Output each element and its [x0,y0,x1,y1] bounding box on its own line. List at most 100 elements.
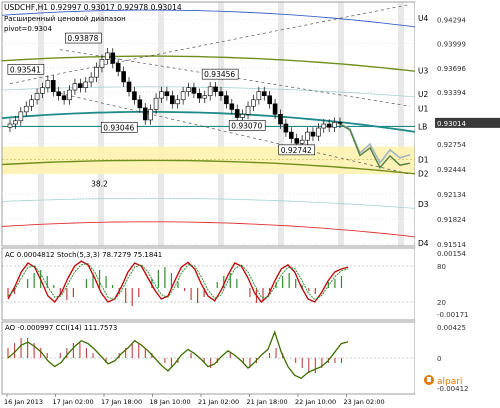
chart-pivot-label: pivot=0.9304 [4,25,52,33]
candle-body [61,95,67,101]
candle-body [337,122,343,124]
candle-body [94,67,99,78]
candle-body [251,99,256,107]
candle-body [294,138,300,144]
candle-body [305,131,310,141]
candle-body [224,95,229,105]
price-axis-tick: 0.92134 [437,191,466,199]
candle-body [23,105,29,113]
price-axis-tick: 0.93394 [437,89,466,97]
candle-body [34,92,40,101]
level-label-d2: D2 [418,169,429,178]
candle-body [159,91,164,99]
candle-body [88,76,94,83]
candle-body [218,91,224,97]
candle-body [121,71,126,83]
price-label: 0.93541 [10,65,41,74]
candle-body [126,81,132,92]
candle-body [83,81,89,88]
session-stripe [158,2,164,246]
price-axis-tick: 0.92444 [437,166,466,174]
candle-body [261,91,267,97]
price-axis-tick: 0.93696 [437,65,466,73]
price-axis-tick: 0.91824 [437,216,466,224]
candle-body [299,139,305,144]
candle-body [40,87,45,94]
x-axis-tick: 18 Jan 10:00 [150,398,191,406]
candle-body [213,86,218,92]
candle-body [245,105,251,115]
candle-body [180,91,186,101]
candle-body [278,114,283,125]
x-axis-tick: 17 Jan 02:00 [53,398,94,406]
candle-body [267,95,272,105]
candle-body [67,89,72,101]
price-label: 0.92742 [281,146,312,155]
session-stripe [38,2,44,246]
candle-body [50,80,56,92]
osc2-axis-tick: 0 [437,355,441,363]
candle-body [175,99,181,105]
chart-symbol-header: USDCHF,H1 0.92997 0.93017 0.92978 0.9301… [4,3,182,12]
candle-body [164,91,170,97]
candle-body [202,95,208,99]
candle-body [197,92,202,99]
level-label-u2: U2 [418,90,428,99]
candle-body [240,114,245,118]
chart-canvas: U4 U3 U2 U1 LB D1 D2 D3 D4 0.93878 0.93541 0.93456 0… [0,0,500,408]
candle-body [110,52,116,64]
candle-body [45,80,51,88]
x-axis-tick: 16 Jan 2013 [4,398,43,406]
price-axis-tick: 0.91514 [437,241,466,249]
candle-body [153,97,159,110]
price-label: 38.2 [91,180,108,189]
level-label-lb: LB [418,122,427,131]
x-axis-tick: 22 Jan 10:00 [295,398,336,406]
level-label-d4: D4 [418,239,429,248]
candle-body [191,87,197,94]
candle-body [289,131,294,139]
candle-body [78,83,83,88]
price-label: 0.93070 [231,121,262,130]
price-axis-tick: 0.92754 [437,141,466,149]
session-stripe [218,2,224,246]
brand-name: alpari [437,377,462,387]
level-label-u1: U1 [418,105,428,114]
level-label-u3: U3 [418,67,428,76]
level-label-d3: D3 [418,200,429,209]
candle-body [234,109,240,118]
candle-body [321,123,327,129]
price-label: 0.93878 [67,34,98,43]
chart-window: U4 U3 U2 U1 LB D1 D2 D3 D4 0.93878 0.93541 0.93456 0… [0,0,500,408]
candle-body [13,120,18,125]
x-axis-tick: 23 Jan 02:00 [344,398,385,406]
candle-body [18,111,24,122]
candle-body [132,91,137,101]
price-axis-tick: 0.93999 [437,40,466,48]
osc1-axis-tick: 20 [437,299,446,307]
osc1-axis-tick: -0.00171 [437,311,468,319]
price-axis-tick: 0.94294 [437,16,466,24]
candle-body [137,99,143,109]
osc2-axis-tick: 0.00425 [437,324,466,332]
x-axis-tick: 21 Jan 02:00 [198,398,239,406]
candle-body [332,122,337,128]
candle-body [169,95,175,105]
candle-body [310,131,316,137]
x-axis-tick: 17 Jan 18:00 [101,398,142,406]
candle-body [7,123,13,128]
session-stripe [398,2,404,246]
chart-indicator-title: Расширенный ценовой диапазон [4,15,126,23]
candle-body [283,123,289,133]
candle-body [186,87,191,92]
price-label: 0.93046 [103,123,134,132]
level-label-d1: D1 [418,156,429,165]
candle-body [229,103,235,110]
candle-body [207,86,213,97]
candle-body [105,52,110,60]
candle-body [256,91,262,101]
oscillator-1-title: AC 0.0004812 Stoch(5,3,3) 78.7279 75.184… [5,251,162,259]
x-axis-tick: 21 Jan 18:00 [247,398,288,406]
candle-body [142,107,148,121]
level-label-u4: U4 [418,14,428,23]
